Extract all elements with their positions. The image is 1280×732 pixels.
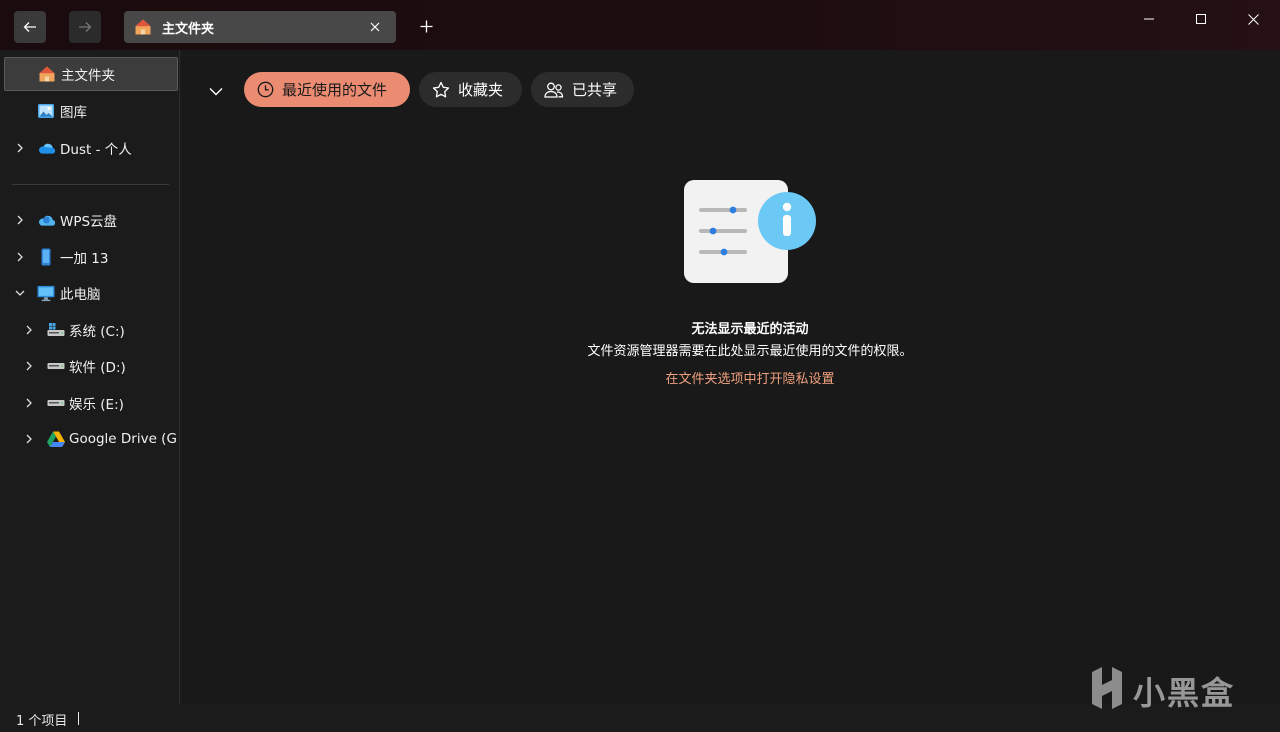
- gallery-icon: [37, 102, 55, 120]
- tab-home[interactable]: 主文件夹: [124, 11, 396, 43]
- sidebar-item-phone[interactable]: 一加 13: [4, 240, 178, 274]
- collapse-quick-access-button[interactable]: [205, 80, 227, 102]
- phone-icon: [37, 248, 55, 266]
- sidebar-item-wps-cloud[interactable]: WPS云盘: [4, 203, 178, 237]
- home-icon: [135, 19, 151, 35]
- tab-shared[interactable]: 已共享: [531, 72, 634, 107]
- close-window-button[interactable]: [1234, 6, 1272, 32]
- sidebar-item-drive-c[interactable]: 系统 (C:): [4, 313, 178, 347]
- sidebar-item-google-drive[interactable]: Google Drive (G:: [4, 422, 178, 456]
- chevron-right-icon[interactable]: [14, 142, 26, 154]
- wps-cloud-icon: [37, 211, 55, 229]
- sidebar-item-label: 一加 13: [60, 251, 109, 267]
- navigation-pane: 主文件夹 图库 Dust - 个人 WPS云盘 一加 13 此电脑 系统 (C:…: [0, 50, 180, 704]
- sidebar-item-label: Google Drive (G:: [69, 431, 178, 447]
- sidebar-item-label: 软件 (D:): [69, 360, 126, 376]
- watermark-text: 小黑盒: [1133, 674, 1236, 712]
- sidebar-item-drive-d[interactable]: 软件 (D:): [4, 349, 178, 383]
- maximize-button[interactable]: [1182, 6, 1220, 32]
- drive-icon: [47, 357, 65, 375]
- item-count: 1 个项目: [16, 714, 68, 729]
- title-bar: 主文件夹: [0, 0, 1280, 50]
- minimize-icon: [1144, 18, 1154, 20]
- sidebar-item-label: 主文件夹: [61, 68, 115, 84]
- close-icon: [370, 22, 380, 32]
- tab-title: 主文件夹: [162, 21, 215, 37]
- sidebar-item-label: 此电脑: [60, 287, 101, 303]
- tab-favorites[interactable]: 收藏夹: [419, 72, 522, 107]
- onedrive-cloud-icon: [37, 139, 55, 157]
- close-icon: [1247, 13, 1259, 25]
- empty-state-title: 无法显示最近的活动: [691, 322, 809, 337]
- arrow-right-icon: [79, 22, 92, 32]
- sidebar-item-onedrive[interactable]: Dust - 个人: [4, 131, 178, 165]
- sidebar-item-label: 图库: [60, 105, 87, 121]
- sidebar-item-home[interactable]: 主文件夹: [4, 57, 178, 91]
- tab-recent-files[interactable]: 最近使用的文件: [244, 72, 410, 107]
- arrow-left-icon: [23, 22, 36, 32]
- new-tab-button[interactable]: [413, 13, 439, 39]
- minimize-button[interactable]: [1130, 6, 1168, 32]
- status-separator: [78, 712, 79, 725]
- chevron-down-icon[interactable]: [14, 287, 26, 299]
- chevron-down-icon: [209, 87, 223, 95]
- empty-state-illustration: [683, 178, 823, 288]
- maximize-icon: [1196, 14, 1206, 24]
- plus-icon: [420, 20, 432, 32]
- chevron-right-icon[interactable]: [14, 214, 26, 226]
- tab-label: 收藏夹: [458, 81, 504, 99]
- drive-icon: [47, 394, 65, 412]
- open-privacy-settings-link[interactable]: 在文件夹选项中打开隐私设置: [181, 368, 1280, 387]
- chevron-right-icon[interactable]: [23, 324, 35, 336]
- tab-label: 最近使用的文件: [282, 81, 388, 99]
- forward-button[interactable]: [69, 11, 101, 43]
- system-drive-icon: [47, 321, 65, 339]
- sidebar-divider: [12, 184, 169, 185]
- chevron-right-icon[interactable]: [14, 251, 26, 263]
- empty-state-description: 文件资源管理器需要在此处显示最近使用的文件的权限。: [587, 344, 913, 359]
- sidebar-item-drive-e[interactable]: 娱乐 (E:): [4, 386, 178, 420]
- sidebar-item-this-pc[interactable]: 此电脑: [4, 276, 178, 310]
- tab-label: 已共享: [572, 81, 618, 99]
- computer-icon: [37, 284, 55, 302]
- back-button[interactable]: [14, 11, 46, 43]
- chevron-right-icon[interactable]: [23, 360, 35, 372]
- chevron-right-icon[interactable]: [23, 433, 35, 445]
- main-content: 最近使用的文件 收藏夹 已共享 无法显示最近的活动 文件资源管理器需要在此处显示…: [181, 50, 1280, 704]
- star-icon: [432, 81, 450, 97]
- sidebar-item-label: Dust - 个人: [60, 142, 132, 158]
- sidebar-item-label: 娱乐 (E:): [69, 397, 124, 413]
- chevron-right-icon[interactable]: [23, 397, 35, 409]
- sidebar-item-label: 系统 (C:): [69, 324, 125, 340]
- status-bar: 1 个项目: [0, 704, 1280, 732]
- home-icon: [38, 65, 56, 83]
- clock-icon: [257, 81, 274, 98]
- sidebar-item-label: WPS云盘: [60, 214, 118, 230]
- people-icon: [544, 82, 564, 98]
- sidebar-item-gallery[interactable]: 图库: [4, 94, 178, 128]
- close-tab-button[interactable]: [366, 18, 384, 36]
- google-drive-icon: [47, 430, 65, 448]
